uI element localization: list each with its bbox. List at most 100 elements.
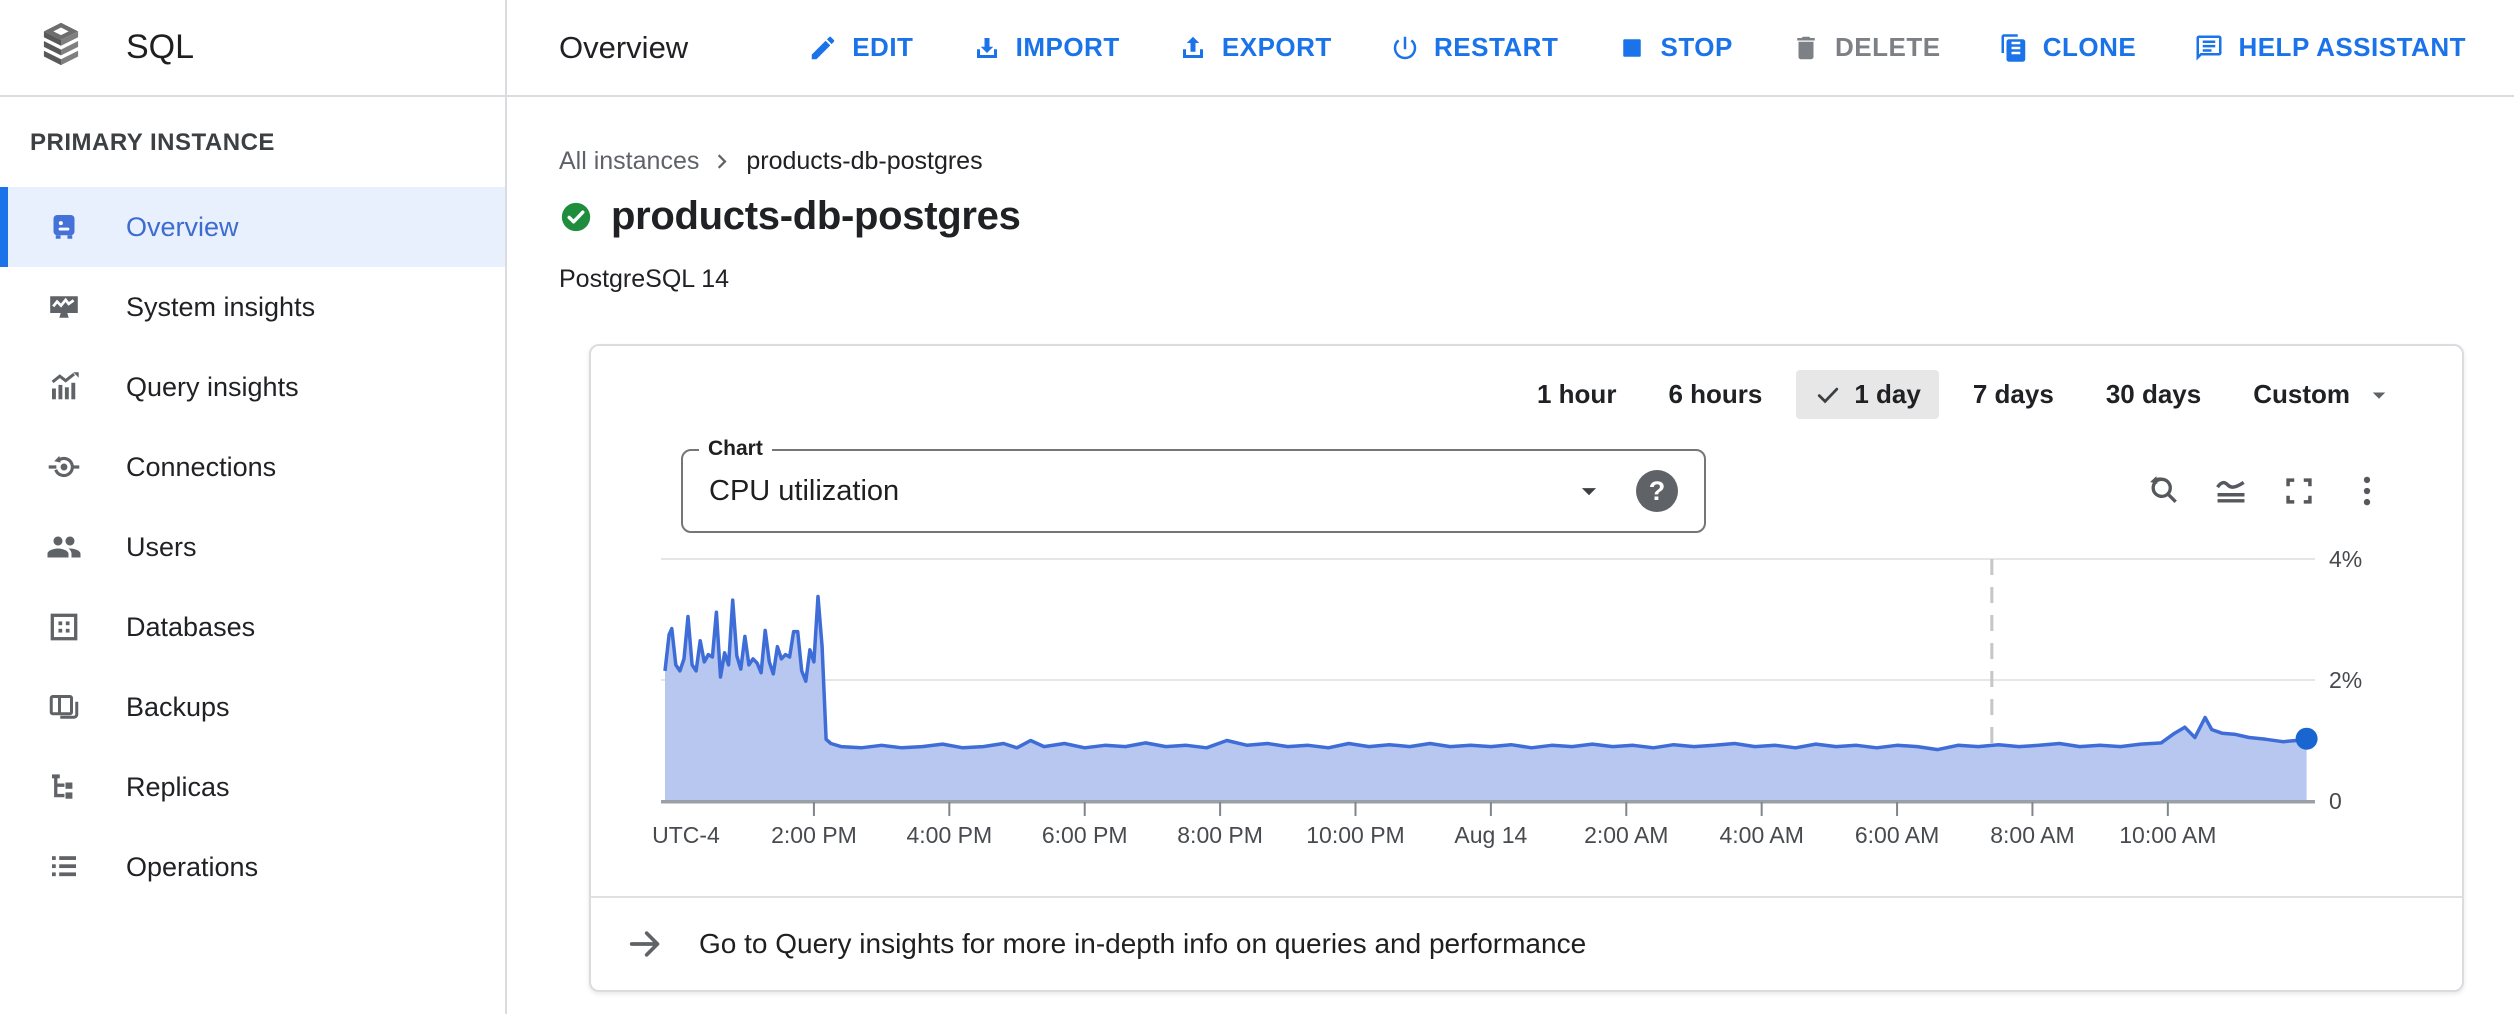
time-range-label: 7 days — [1973, 379, 2054, 410]
breadcrumb: All instances products-db-postgres — [559, 147, 2514, 176]
chart-metric-select[interactable]: Chart CPU utilization ? — [681, 449, 1706, 533]
delete-button[interactable]: DELETE — [1791, 32, 1941, 63]
zoom-reset-icon[interactable] — [2144, 472, 2182, 510]
product-name: SQL — [126, 28, 194, 67]
area-chart-icon[interactable] — [2212, 472, 2250, 510]
action-label: DELETE — [1835, 32, 1941, 63]
action-label: EXPORT — [1222, 32, 1332, 63]
chevron-right-icon — [709, 148, 736, 175]
sidebar-item-system-insights[interactable]: System insights — [0, 267, 505, 347]
sidebar-item-label: System insights — [126, 292, 315, 323]
app-root: SQL Overview EDIT IMPORT EXPORT RESTART STOP… — [0, 0, 2514, 1014]
clone-icon — [1999, 33, 2029, 63]
restart-icon — [1390, 33, 1420, 63]
sidebar-item-overview[interactable]: Overview — [0, 187, 505, 267]
chart-controls-row: Chart CPU utilization ? — [591, 449, 2462, 533]
time-range-1-hour[interactable]: 1 hour — [1519, 370, 1634, 419]
sidebar-item-label: Operations — [126, 852, 258, 883]
databases-icon — [46, 609, 82, 645]
system-insights-icon — [46, 289, 82, 325]
delete-icon — [1791, 33, 1821, 63]
clone-button[interactable]: CLONE — [1999, 32, 2137, 63]
action-label: IMPORT — [1016, 32, 1120, 63]
select-value: CPU utilization — [709, 475, 899, 508]
x-axis-line — [661, 800, 2315, 804]
restart-button[interactable]: RESTART — [1390, 32, 1558, 63]
import-button[interactable]: IMPORT — [972, 32, 1120, 63]
stop-icon — [1617, 33, 1647, 63]
sidebar-item-label: Databases — [126, 612, 255, 643]
query-insights-link-label: Go to Query insights for more in-depth i… — [699, 928, 1586, 960]
y-axis-label: 2% — [2329, 667, 2362, 693]
cpu-utilization-chart: 2:00 PM4:00 PM6:00 PM8:00 PM10:00 PMAug … — [591, 543, 2462, 858]
x-axis-label: 6:00 AM — [1855, 822, 1939, 848]
chart-toolbar — [2144, 472, 2386, 510]
x-axis-label: 4:00 AM — [1719, 822, 1803, 848]
sidebar-item-users[interactable]: Users — [0, 507, 505, 587]
query-insights-icon — [46, 369, 82, 405]
connections-icon — [46, 449, 82, 485]
time-range-label: 1 hour — [1537, 379, 1616, 410]
cpu-series-area — [665, 597, 2307, 802]
time-range-label: 6 hours — [1668, 379, 1762, 410]
x-axis-label: 10:00 AM — [2119, 822, 2216, 848]
time-range-1-day[interactable]: 1 day — [1796, 370, 1939, 419]
sidebar-item-query-insights[interactable]: Query insights — [0, 347, 505, 427]
arrow-right-icon — [625, 924, 665, 964]
time-range-custom[interactable]: Custom — [2235, 370, 2412, 419]
check-icon — [1814, 381, 1842, 409]
time-range-6-hours[interactable]: 6 hours — [1650, 370, 1780, 419]
timezone-label: UTC-4 — [652, 822, 720, 848]
x-axis-label: 2:00 AM — [1584, 822, 1668, 848]
x-axis-label: 6:00 PM — [1042, 822, 1128, 848]
chevron-down-icon — [1572, 474, 1606, 508]
query-insights-link[interactable]: Go to Query insights for more in-depth i… — [591, 898, 2462, 990]
sidebar-item-replicas[interactable]: Replicas — [0, 747, 505, 827]
x-axis-label: 10:00 PM — [1306, 822, 1404, 848]
time-range-7-days[interactable]: 7 days — [1955, 370, 2072, 419]
help-assistant-button[interactable]: HELP ASSISTANT — [2194, 32, 2466, 63]
x-axis-label: 2:00 PM — [771, 822, 857, 848]
chat-icon — [2194, 33, 2224, 63]
backups-icon — [46, 689, 82, 725]
y-axis-label: 0 — [2329, 788, 2342, 814]
top-bar: SQL Overview EDIT IMPORT EXPORT RESTART STOP… — [0, 0, 2514, 97]
action-label: CLONE — [2043, 32, 2137, 63]
sidebar-item-operations[interactable]: Operations — [0, 827, 505, 907]
more-vert-icon[interactable] — [2348, 472, 2386, 510]
edit-button[interactable]: EDIT — [808, 32, 913, 63]
export-icon — [1178, 33, 1208, 63]
sidebar: PRIMARY INSTANCE OverviewSystem insights… — [0, 97, 507, 1014]
breadcrumb-link[interactable]: All instances — [559, 147, 699, 176]
page-title: Overview — [559, 30, 688, 66]
sidebar-item-label: Connections — [126, 452, 276, 483]
export-button[interactable]: EXPORT — [1178, 32, 1332, 63]
latest-value-dot — [2296, 728, 2318, 750]
sidebar-item-label: Users — [126, 532, 197, 563]
help-icon[interactable]: ? — [1636, 470, 1678, 512]
select-floating-label: Chart — [699, 437, 772, 461]
sidebar-item-backups[interactable]: Backups — [0, 667, 505, 747]
x-axis-label: 4:00 PM — [906, 822, 992, 848]
import-icon — [972, 33, 1002, 63]
caret-down-icon — [2364, 380, 2394, 410]
top-bar-main: Overview EDIT IMPORT EXPORT RESTART STOP DELE… — [507, 0, 2514, 95]
stop-button[interactable]: STOP — [1617, 32, 1733, 63]
sidebar-item-databases[interactable]: Databases — [0, 587, 505, 667]
fullscreen-icon[interactable] — [2280, 472, 2318, 510]
instance-title-row: products-db-postgres — [559, 194, 2514, 239]
breadcrumb-current: products-db-postgres — [746, 147, 982, 176]
y-axis-label: 4% — [2329, 546, 2362, 572]
time-range-label: Custom — [2253, 379, 2350, 410]
sidebar-item-connections[interactable]: Connections — [0, 427, 505, 507]
replicas-icon — [46, 769, 82, 805]
users-icon — [46, 529, 82, 565]
brand-area: SQL — [0, 0, 507, 95]
action-label: HELP ASSISTANT — [2238, 32, 2466, 63]
time-range-30-days[interactable]: 30 days — [2088, 370, 2219, 419]
operations-icon — [46, 849, 82, 885]
instance-version: PostgreSQL 14 — [559, 265, 2514, 294]
time-range-label: 1 day — [1854, 379, 1921, 410]
overview-icon — [46, 209, 82, 245]
action-label: RESTART — [1434, 32, 1558, 63]
